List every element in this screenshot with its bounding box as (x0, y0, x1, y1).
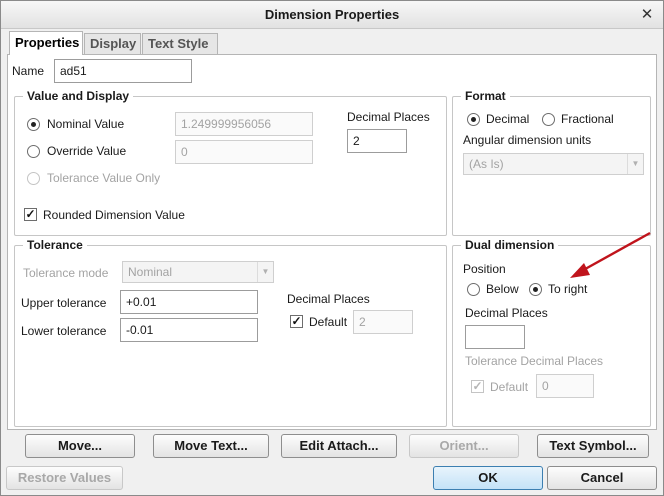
edit-attach-button[interactable]: Edit Attach... (281, 434, 397, 458)
fractional-label: Fractional (561, 112, 614, 126)
tab-display[interactable]: Display (84, 33, 141, 55)
upper-tolerance-label: Upper tolerance (21, 296, 107, 310)
tab-text-style[interactable]: Text Style (142, 33, 218, 55)
override-value-label: Override Value (47, 144, 127, 158)
position-label: Position (463, 262, 506, 276)
decimal-places-field[interactable]: 2 (347, 129, 407, 153)
chevron-down-icon: ▼ (257, 262, 273, 282)
tolerance-group: Tolerance Tolerance mode Nominal ▼ Upper… (14, 238, 447, 427)
decimal-places-label: Decimal Places (347, 110, 430, 124)
nominal-value-label: Nominal Value (47, 117, 125, 131)
below-radio[interactable] (467, 283, 480, 296)
angular-units-select[interactable]: (As Is) ▼ (463, 153, 644, 175)
value-display-title: Value and Display (23, 89, 134, 103)
angular-units-value: (As Is) (469, 157, 504, 171)
nominal-value-radio[interactable] (27, 118, 40, 131)
rounded-value-checkbox[interactable]: ✓ (24, 208, 37, 221)
text-symbol-button[interactable]: Text Symbol... (537, 434, 649, 458)
lower-tolerance-field[interactable]: -0.01 (120, 318, 258, 342)
fractional-radio[interactable] (542, 113, 555, 126)
dual-dimension-title: Dual dimension (461, 238, 559, 252)
tolerance-only-radio[interactable] (27, 172, 40, 185)
nominal-value-field[interactable]: 1.249999956056 (175, 112, 313, 136)
title-bar: Dimension Properties ✕ (1, 1, 663, 29)
override-value-field[interactable]: 0 (175, 140, 313, 164)
tolerance-default-label: Default (309, 315, 348, 329)
angular-units-label: Angular dimension units (463, 133, 592, 147)
to-right-radio[interactable] (529, 283, 542, 296)
dual-default-checkbox[interactable]: ✓ (471, 380, 484, 393)
format-group: Format Decimal Fractional Angular dimens… (452, 89, 651, 236)
name-field[interactable]: ad51 (54, 59, 192, 83)
dual-default-field[interactable]: 0 (536, 374, 594, 398)
decimal-label: Decimal (486, 112, 530, 126)
dual-decimal-places-field[interactable] (465, 325, 525, 349)
tolerance-decimal-field[interactable]: 2 (353, 310, 413, 334)
value-display-group: Value and Display Nominal Value 1.249999… (14, 89, 447, 236)
move-text-button[interactable]: Move Text... (153, 434, 269, 458)
format-title: Format (461, 89, 510, 103)
tolerance-mode-value: Nominal (128, 265, 173, 279)
dual-tolerance-decimal-label: Tolerance Decimal Places (465, 354, 604, 368)
tolerance-title: Tolerance (23, 238, 87, 252)
tolerance-only-label: Tolerance Value Only (47, 171, 161, 185)
annotation-arrow-icon (570, 231, 651, 278)
chevron-down-icon: ▼ (627, 154, 643, 174)
ok-button[interactable]: OK (433, 466, 543, 490)
close-icon[interactable]: ✕ (637, 5, 657, 25)
cancel-button[interactable]: Cancel (547, 466, 657, 490)
tolerance-decimal-places-label: Decimal Places (287, 292, 370, 306)
dialog-window: Dimension Properties ✕ Properties Displa… (0, 0, 664, 496)
tolerance-mode-select[interactable]: Nominal ▼ (122, 261, 274, 283)
tab-properties[interactable]: Properties (9, 31, 83, 55)
below-label: Below (486, 282, 519, 296)
restore-values-button[interactable]: Restore Values (6, 466, 123, 490)
properties-panel: Name ad51 Value and Display Nominal Valu… (7, 54, 657, 430)
orient-button[interactable]: Orient... (409, 434, 519, 458)
decimal-radio[interactable] (467, 113, 480, 126)
override-value-radio[interactable] (27, 145, 40, 158)
dual-default-label: Default (490, 380, 529, 394)
tolerance-mode-label: Tolerance mode (23, 266, 109, 280)
lower-tolerance-label: Lower tolerance (21, 324, 107, 338)
upper-tolerance-field[interactable]: +0.01 (120, 290, 258, 314)
dual-decimal-places-label: Decimal Places (465, 306, 548, 320)
tolerance-default-checkbox[interactable]: ✓ (290, 315, 303, 328)
name-label: Name (12, 64, 45, 78)
rounded-value-label: Rounded Dimension Value (43, 208, 185, 222)
dialog-title: Dimension Properties (264, 7, 400, 22)
move-button[interactable]: Move... (25, 434, 135, 458)
